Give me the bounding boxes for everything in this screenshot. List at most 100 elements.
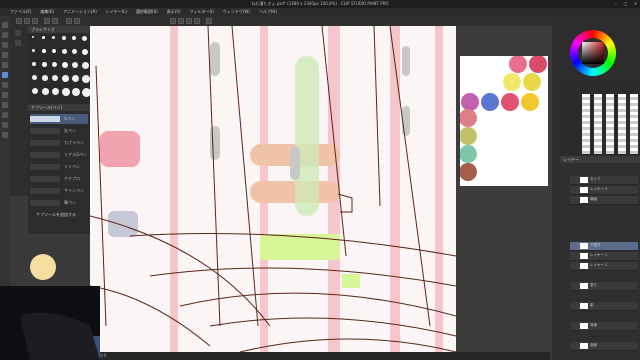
pen-tool-icon[interactable] (2, 72, 8, 78)
color-set-column[interactable] (594, 94, 602, 154)
menu-layer[interactable]: レイヤー(L) (106, 8, 127, 16)
brush-size-preset[interactable] (52, 36, 56, 40)
menu-selection[interactable]: 選択範囲(S) (136, 8, 158, 16)
brush-size-preset[interactable] (52, 49, 57, 54)
brush-size-preset[interactable] (52, 75, 59, 82)
layer-row[interactable]: 影 (570, 302, 638, 311)
brush-size-preset[interactable] (62, 36, 66, 40)
command-bar (10, 16, 640, 26)
brush-size-preset[interactable] (72, 49, 78, 55)
layer-row[interactable]: 線画 (570, 196, 638, 205)
layer-row[interactable]: 用紙 (570, 342, 638, 351)
brush-size-preset[interactable] (42, 49, 46, 53)
brush-size-preset[interactable] (32, 62, 36, 66)
zoom-tool-icon[interactable] (2, 22, 8, 28)
menu-view[interactable]: 表示(V) (167, 8, 181, 16)
brush-size-preset[interactable] (72, 88, 81, 97)
subtool-item[interactable]: 筆ペン (30, 198, 88, 208)
snap-ruler-icon[interactable] (178, 18, 184, 24)
drawing-canvas[interactable] (90, 26, 456, 352)
brush-size-preset[interactable] (42, 88, 49, 95)
brush-size-preset[interactable] (32, 75, 37, 80)
subtool-item[interactable]: ミリペン (30, 162, 88, 172)
brush-size-preset[interactable] (82, 36, 87, 41)
subtool-item[interactable]: 丸ペン (30, 126, 88, 136)
brush-size-preset[interactable] (52, 62, 58, 68)
menu-filter[interactable]: フィルター(I) (190, 8, 214, 16)
subtool-item[interactable]: ケチプロ (30, 174, 88, 184)
subtool-pen-icon[interactable] (15, 30, 21, 36)
brush-size-preset[interactable] (32, 88, 38, 94)
gradient-tool-icon[interactable] (2, 132, 8, 138)
menu-edit[interactable]: 編集(E) (40, 8, 54, 16)
add-subtool-button[interactable]: サブツールを追加する (28, 210, 90, 220)
minimize-icon[interactable]: – (613, 2, 618, 6)
layer-row-selected[interactable]: 下描き (570, 242, 638, 251)
brush-tool-icon[interactable] (2, 92, 8, 98)
selection-tool-icon[interactable] (2, 42, 8, 48)
brush-size-preset[interactable] (32, 36, 34, 38)
layer-row[interactable]: セリフ (570, 176, 638, 185)
layer-name: レイヤー 3 (590, 187, 608, 191)
color-set-column[interactable] (630, 94, 638, 154)
layer-row[interactable]: 背景 (570, 322, 638, 331)
lasso-tool-icon[interactable] (2, 52, 8, 58)
subtool-marker-icon[interactable] (15, 40, 21, 46)
brush-size-preset[interactable] (52, 88, 60, 96)
brush-size-preset[interactable] (62, 75, 69, 82)
brush-size-preset[interactable] (42, 75, 48, 81)
maximize-icon[interactable]: □ (623, 2, 628, 6)
color-set-column[interactable] (582, 94, 590, 154)
brush-size-preset[interactable] (42, 36, 45, 39)
brush-size-preset[interactable] (72, 62, 79, 69)
subtool-item[interactable]: Gペン (30, 114, 88, 124)
clear-icon[interactable] (66, 18, 72, 24)
layer-thumbnail (580, 343, 588, 349)
grid-icon[interactable] (206, 18, 212, 24)
brush-size-preset[interactable] (82, 62, 89, 69)
eraser-tool-icon[interactable] (2, 112, 8, 118)
brush-size-preset[interactable] (42, 62, 47, 67)
brush-size-preset[interactable] (72, 75, 80, 83)
pencil-tool-icon[interactable] (2, 82, 8, 88)
webcam-image (20, 312, 100, 360)
brush-size-preset[interactable] (32, 49, 35, 52)
menu-help[interactable]: ヘルプ(H) (259, 8, 277, 16)
save-icon[interactable] (32, 18, 38, 24)
menu-file[interactable]: ファイル(F) (10, 8, 31, 16)
color-set-column[interactable] (618, 94, 626, 154)
menu-animation[interactable]: アニメーション(A) (63, 8, 97, 16)
subtool-item[interactable]: カブラペン (30, 138, 88, 148)
layer-row[interactable]: レイヤー 1 (570, 252, 638, 261)
airbrush-tool-icon[interactable] (2, 102, 8, 108)
brush-size-preset[interactable] (82, 75, 90, 83)
subtool-item[interactable]: サインペン (30, 186, 88, 196)
brush-size-preset[interactable] (72, 36, 77, 41)
window-controls: – □ × (613, 0, 638, 8)
open-icon[interactable] (24, 18, 30, 24)
subtool-label: リアルGペン (64, 152, 88, 157)
snap-perspective-icon[interactable] (194, 18, 200, 24)
transform-icon[interactable] (74, 18, 80, 24)
redo-icon[interactable] (52, 18, 58, 24)
snap-icon[interactable] (170, 18, 176, 24)
layer-name: 影 (590, 303, 594, 307)
layer-row[interactable]: 塗り (570, 282, 638, 291)
fill-tool-icon[interactable] (2, 122, 8, 128)
new-file-icon[interactable] (16, 18, 22, 24)
layer-row[interactable]: レイヤー 2 (570, 262, 638, 271)
brush-size-preset[interactable] (62, 62, 68, 68)
snap-grid-icon[interactable] (186, 18, 192, 24)
brush-size-preset[interactable] (62, 88, 70, 96)
brush-size-preset[interactable] (62, 49, 67, 54)
menu-window[interactable]: ウィンドウ(W) (223, 8, 250, 16)
layer-row[interactable]: レイヤー 3 (570, 186, 638, 195)
color-set-column[interactable] (606, 94, 614, 154)
undo-icon[interactable] (44, 18, 50, 24)
sub-view-image[interactable] (460, 56, 548, 186)
close-icon[interactable]: × (633, 2, 638, 6)
subtool-item[interactable]: リアルGペン (30, 150, 88, 160)
eyedropper-tool-icon[interactable] (2, 62, 8, 68)
move-tool-icon[interactable] (2, 32, 8, 38)
brush-size-preset[interactable] (82, 49, 88, 55)
